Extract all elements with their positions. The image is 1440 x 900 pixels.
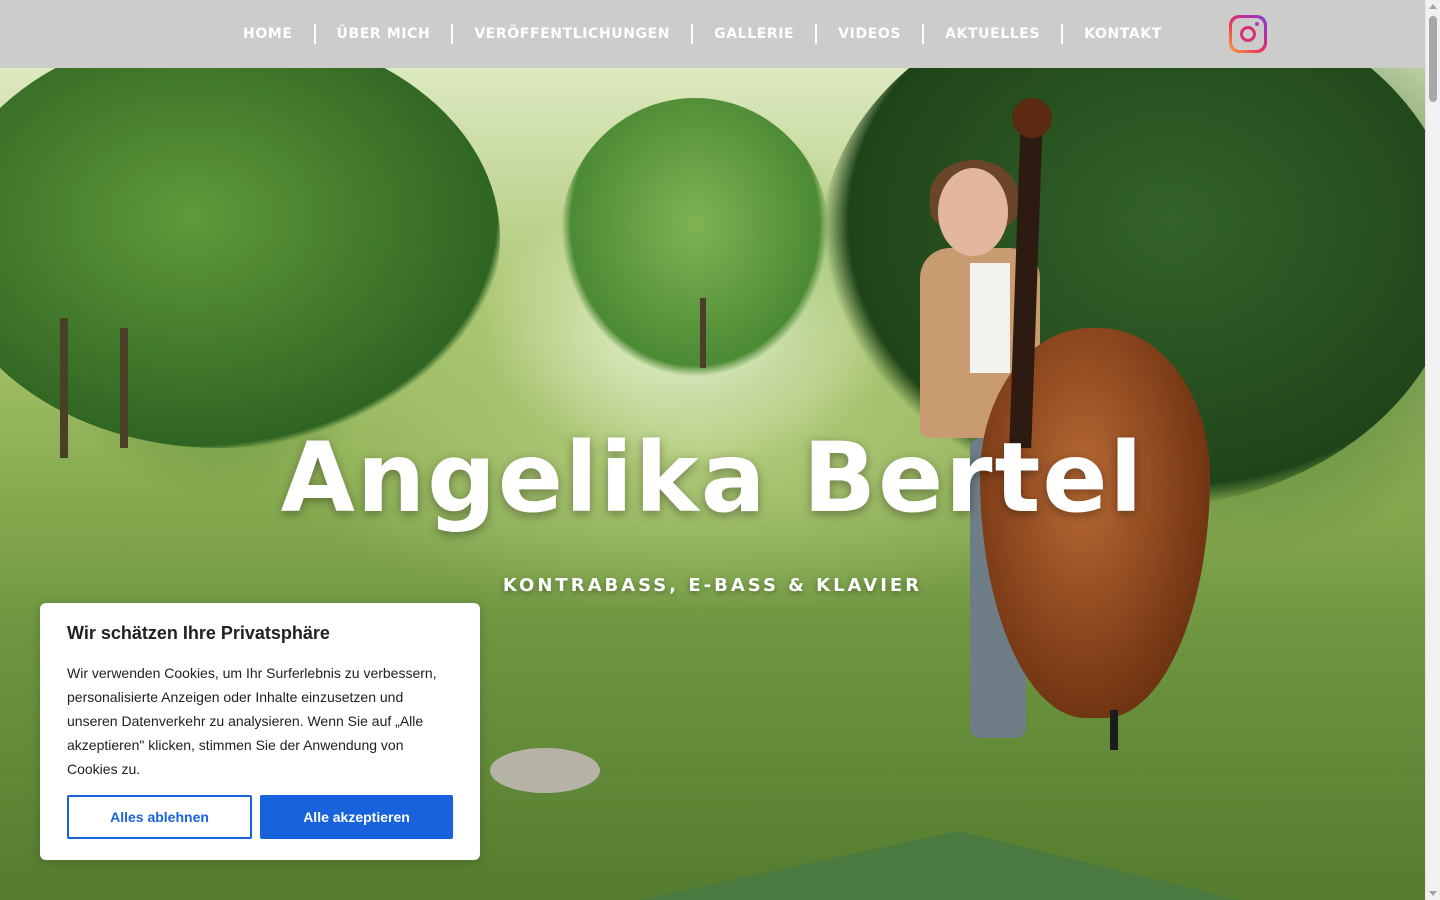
nav-item-kontakt[interactable]: KONTAKT bbox=[1063, 23, 1183, 45]
section-divider-triangle bbox=[640, 831, 1240, 900]
hero-subtitle: KONTRABASS, E-BASS & KLAVIER bbox=[502, 575, 923, 596]
cookie-banner-title: Wir schätzen Ihre Privatsphäre bbox=[67, 623, 330, 643]
double-bass-endpin bbox=[1110, 710, 1118, 750]
nav-item-veroeffentlichungen[interactable]: VERÖFFENTLICHUNGEN bbox=[453, 23, 691, 45]
tree-trunk bbox=[700, 298, 706, 368]
rock bbox=[490, 748, 600, 793]
instagram-lens bbox=[1240, 26, 1256, 42]
scroll-up-arrow-icon[interactable] bbox=[1429, 4, 1437, 9]
instagram-icon[interactable] bbox=[1229, 15, 1267, 53]
page-scrollbar[interactable] bbox=[1425, 0, 1440, 900]
hero-title: Angelika Bertel bbox=[280, 422, 1145, 534]
cookie-banner-text: Wir verwenden Cookies, um Ihr Surferlebn… bbox=[67, 665, 437, 777]
hero-background-tree bbox=[560, 98, 830, 378]
double-bass-scroll bbox=[1012, 98, 1052, 138]
cookie-banner-buttons: Alles ablehnen Alle akzeptieren bbox=[67, 795, 453, 839]
cookie-consent-banner: Wir schätzen Ihre Privatsphäre Wir verwe… bbox=[40, 603, 480, 860]
nav-item-home[interactable]: HOME bbox=[222, 23, 314, 45]
accept-all-button[interactable]: Alle akzeptieren bbox=[260, 795, 453, 839]
main-nav: HOME ÜBER MICH VERÖFFENTLICHUNGEN GALLER… bbox=[222, 0, 1183, 68]
instagram-icon-inner bbox=[1232, 18, 1264, 50]
hero-background-tree bbox=[0, 68, 500, 448]
scroll-down-arrow-icon[interactable] bbox=[1429, 891, 1437, 896]
nav-item-videos[interactable]: VIDEOS bbox=[817, 23, 922, 45]
nav-item-gallerie[interactable]: GALLERIE bbox=[693, 23, 815, 45]
scrollbar-thumb[interactable] bbox=[1429, 16, 1437, 102]
site-header: HOME ÜBER MICH VERÖFFENTLICHUNGEN GALLER… bbox=[0, 0, 1425, 68]
musician-head bbox=[938, 168, 1008, 256]
reject-all-button[interactable]: Alles ablehnen bbox=[67, 795, 252, 839]
nav-item-aktuelles[interactable]: AKTUELLES bbox=[924, 23, 1061, 45]
instagram-dot bbox=[1255, 22, 1259, 26]
musician-shirt bbox=[970, 263, 1010, 373]
nav-item-ueber-mich[interactable]: ÜBER MICH bbox=[316, 23, 452, 45]
